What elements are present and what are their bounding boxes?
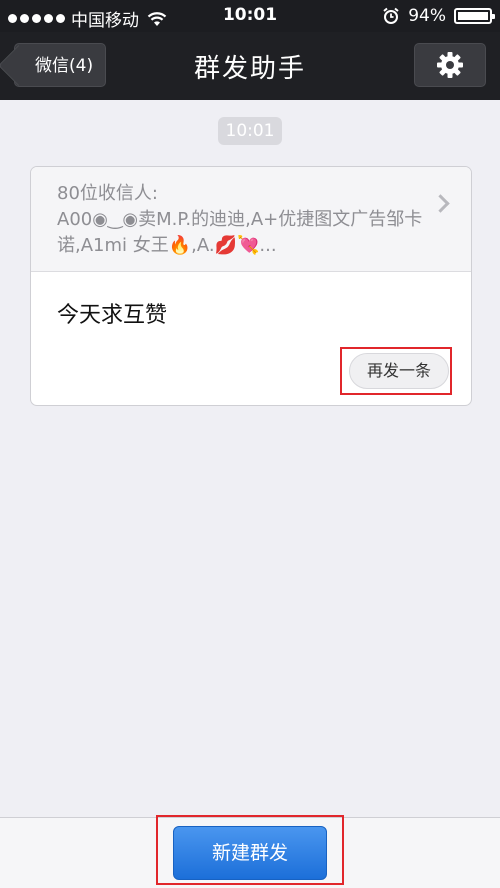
recipients-header[interactable]: 80位收信人: A00◉‿◉卖M.P.的迪迪,A+优捷图文广告邹卡诺,A1mi … bbox=[31, 167, 471, 272]
gear-icon bbox=[437, 52, 463, 78]
message-text: 今天求互赞 bbox=[57, 303, 168, 328]
status-right: 94% bbox=[382, 6, 495, 26]
nav-bar: 微信(4) 群发助手 bbox=[0, 32, 500, 100]
battery-percent: 94% bbox=[408, 6, 446, 26]
status-bar: 中国移动 10:01 94% bbox=[0, 0, 500, 32]
alarm-icon bbox=[383, 7, 399, 24]
highlight-box-new-broadcast bbox=[156, 815, 344, 885]
recipient-names: A00◉‿◉卖M.P.的迪迪,A+优捷图文广告邹卡诺,A1mi 女王🔥,A.💋💘… bbox=[57, 209, 423, 256]
recipient-count: 80位收信人: bbox=[57, 183, 158, 204]
chevron-right-icon bbox=[431, 194, 450, 213]
battery-icon bbox=[454, 8, 495, 24]
highlight-box-resend bbox=[340, 347, 452, 395]
settings-button[interactable] bbox=[414, 43, 486, 87]
message-time-chip: 10:01 bbox=[218, 117, 282, 145]
